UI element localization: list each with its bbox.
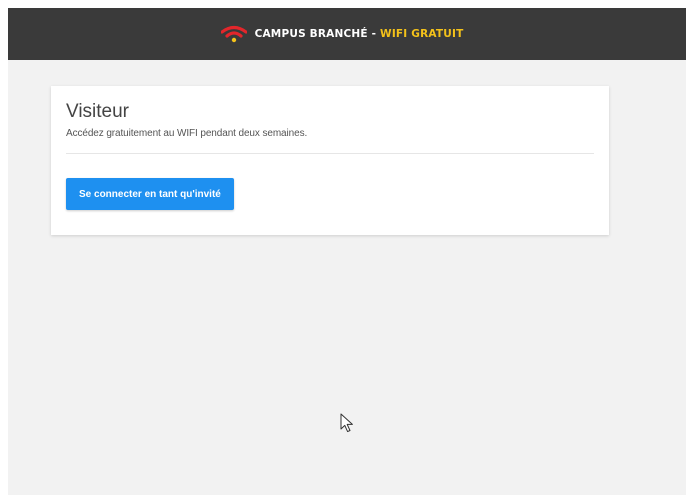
wifi-icon: [220, 25, 247, 43]
mouse-cursor-icon: [340, 413, 353, 433]
page-frame: CAMPUS BRANCHÉ - WIFI GRATUIT Visiteur A…: [8, 8, 686, 495]
brand-title-main: CAMPUS BRANCHÉ -: [254, 28, 381, 40]
card-description: Accédez gratuitement au WIFI pendant deu…: [66, 128, 308, 139]
top-bar: CAMPUS BRANCHÉ - WIFI GRATUIT: [8, 8, 686, 60]
card-title: Visiteur: [66, 101, 130, 122]
guest-login-button[interactable]: Se connecter en tant qu'invité: [66, 178, 234, 210]
brand-title-accent: WIFI GRATUIT: [380, 28, 464, 40]
card-divider: [66, 153, 594, 154]
brand-title: CAMPUS BRANCHÉ - WIFI GRATUIT: [255, 28, 464, 40]
brand: CAMPUS BRANCHÉ - WIFI GRATUIT: [220, 25, 464, 43]
visitor-card: Visiteur Accédez gratuitement au WIFI pe…: [51, 86, 609, 235]
